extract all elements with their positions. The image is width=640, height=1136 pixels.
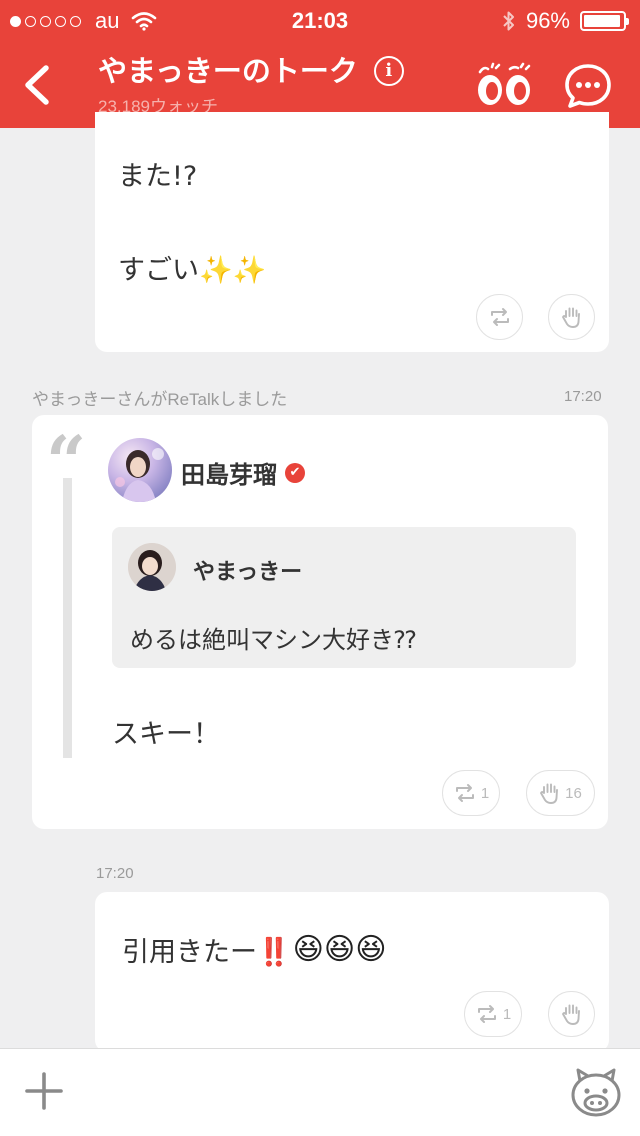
quoted-avatar-image bbox=[128, 543, 176, 591]
message-card: また!? すごい✨✨ bbox=[95, 112, 609, 352]
message-time: 17:20 bbox=[564, 388, 602, 405]
emoji: 😆 bbox=[292, 932, 324, 967]
page-title-text: やまっきーのトーク bbox=[98, 54, 358, 88]
quoted-avatar bbox=[128, 543, 176, 591]
watch-eyes-icon[interactable] bbox=[474, 62, 534, 108]
author-row: 田島芽瑠 ✔ bbox=[181, 455, 305, 490]
emoji: 😆 bbox=[323, 932, 356, 967]
message-line: また!? bbox=[118, 161, 198, 192]
back-arrow-icon[interactable] bbox=[18, 62, 58, 108]
hand-icon bbox=[561, 1004, 580, 1025]
quote-bar bbox=[63, 478, 72, 758]
hand-icon bbox=[561, 307, 580, 328]
like-count: 16 bbox=[565, 784, 582, 802]
message-time: 17:20 bbox=[96, 865, 134, 882]
battery-percent: 96% bbox=[525, 8, 570, 33]
retalk-button[interactable]: 1 bbox=[464, 991, 522, 1037]
header-title-area: やまっきーのトーク i 23,189ウォッチ bbox=[98, 52, 404, 117]
message-text: 引用きたー‼️ bbox=[122, 937, 291, 968]
avatar[interactable] bbox=[108, 438, 172, 502]
retalk-button[interactable]: 1 bbox=[442, 770, 500, 816]
like-button[interactable] bbox=[548, 991, 595, 1037]
plus-icon[interactable] bbox=[24, 1071, 64, 1111]
retalk-button[interactable] bbox=[476, 294, 523, 340]
status-bar: au 21:03 96% bbox=[0, 0, 640, 40]
quoted-text: めるは絶叫マシン大好き⁇ bbox=[130, 626, 417, 654]
message-line: すごい✨✨ bbox=[118, 255, 267, 286]
retalk-notice: やまっきーさんがReTalkしました bbox=[32, 390, 288, 409]
like-button[interactable]: 16 bbox=[526, 770, 595, 816]
retalk-icon bbox=[490, 308, 509, 326]
reply-text: スキー！ bbox=[112, 719, 220, 750]
author-name[interactable]: 田島芽瑠 bbox=[181, 455, 277, 490]
message-body: 引用きたー‼️ 😆 😆 😆 bbox=[122, 930, 386, 969]
retalk-icon bbox=[477, 1005, 496, 1023]
message-card: 引用きたー‼️ 😆 😆 😆 1 bbox=[95, 892, 609, 1052]
status-right: 96% bbox=[502, 8, 629, 34]
like-button[interactable] bbox=[548, 294, 595, 340]
retalk-count: 1 bbox=[502, 1005, 512, 1023]
mascot-icon[interactable] bbox=[568, 1067, 624, 1119]
avatar-image bbox=[115, 448, 164, 502]
page-title: やまっきーのトーク i bbox=[98, 52, 404, 90]
retalk-count: 1 bbox=[480, 784, 490, 802]
battery-icon bbox=[580, 11, 629, 31]
info-icon[interactable]: i bbox=[373, 56, 404, 86]
verified-badge-icon: ✔ bbox=[285, 462, 305, 483]
app-header: au 21:03 96% やまっきーのトーク i 23,189ウォッチ bbox=[0, 0, 640, 128]
emoji: 😆 bbox=[355, 932, 387, 967]
quoted-author: やまっきー bbox=[193, 560, 303, 585]
bottom-bar bbox=[0, 1048, 640, 1136]
chat-bubble-icon[interactable] bbox=[564, 62, 612, 110]
hand-icon bbox=[540, 783, 559, 804]
bluetooth-icon bbox=[503, 11, 514, 31]
retalk-icon bbox=[455, 784, 474, 802]
